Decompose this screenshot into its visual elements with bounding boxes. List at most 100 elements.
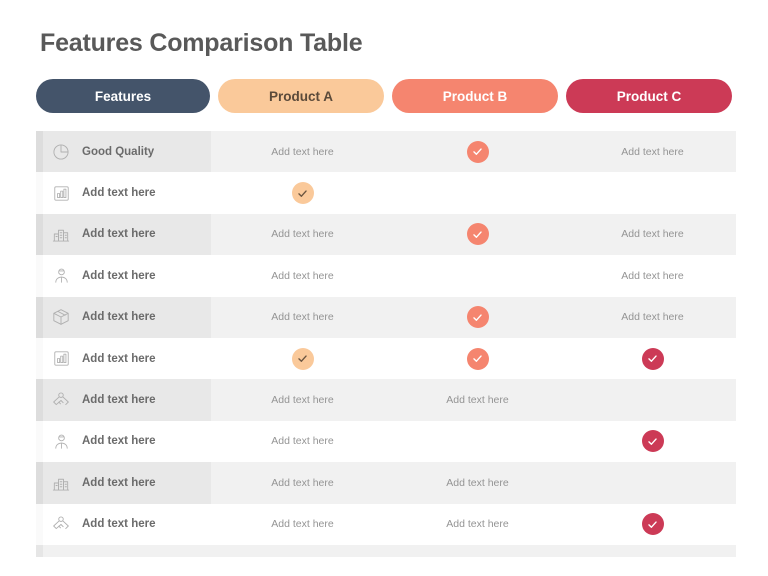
check-icon	[641, 430, 664, 453]
cell-text: Add text here	[621, 269, 684, 282]
cell-text: Add text here	[271, 269, 334, 282]
header-pill-product-b[interactable]: Product B	[391, 79, 558, 113]
cell-product-c[interactable]	[569, 172, 736, 213]
feature-label: Add text here	[82, 476, 156, 489]
cell-product-c[interactable]	[569, 504, 736, 545]
table-header-row: Features Product A Product B Product C	[36, 79, 733, 113]
page-title: Features Comparison Table	[40, 29, 363, 57]
table-row[interactable]: Add text here Add text here Add text here	[36, 462, 736, 504]
person-icon	[44, 428, 78, 454]
cell-text: Add text here	[621, 228, 684, 241]
table-row[interactable]: Add text here Add text here Add text here	[36, 379, 736, 421]
cell-product-a[interactable]: Add text here	[219, 297, 386, 338]
table-row[interactable]: Add text here Add text here Add text here	[36, 296, 736, 338]
header-pill-product-a[interactable]: Product A	[217, 79, 384, 113]
feature-cell[interactable]: Add text here	[36, 297, 211, 338]
cell-product-b[interactable]: Add text here	[394, 504, 561, 545]
cell-text: Add text here	[446, 518, 509, 531]
feature-label: Add text here	[82, 518, 156, 531]
cell-product-b[interactable]	[394, 131, 561, 172]
feature-label: Good Quality	[82, 145, 155, 158]
person-icon	[44, 263, 78, 289]
cell-text: Add text here	[271, 228, 334, 241]
cell-product-b[interactable]	[394, 297, 561, 338]
check-icon	[291, 347, 314, 370]
comparison-table-body: Good Quality Add text here Add text here Ad…	[36, 131, 736, 556]
cell-text: Add text here	[446, 394, 509, 407]
feature-label: Add text here	[82, 311, 156, 324]
cell-product-a[interactable]: Add text here	[219, 462, 386, 503]
feature-label: Add text here	[82, 352, 156, 365]
table-row[interactable]: Add text here	[36, 172, 736, 214]
feature-label: Add text here	[82, 394, 156, 407]
header-pill-product-c[interactable]: Product C	[566, 79, 733, 113]
check-icon	[641, 513, 664, 536]
bar-chart-icon	[44, 346, 78, 372]
feature-cell[interactable]: Add text here	[36, 255, 211, 296]
cell-product-b[interactable]: Add text here	[394, 462, 561, 503]
cell-product-c[interactable]: Add text here	[569, 255, 736, 296]
cell-product-a[interactable]	[219, 172, 386, 213]
cell-text: Add text here	[271, 394, 334, 407]
cell-product-c[interactable]	[569, 338, 736, 379]
feature-cell[interactable]: Add text here	[36, 172, 211, 213]
check-icon	[466, 347, 489, 370]
cell-product-b[interactable]	[394, 421, 561, 462]
feature-cell[interactable]: Add text here	[36, 462, 211, 503]
cell-text: Add text here	[446, 476, 509, 489]
cell-text: Add text here	[621, 145, 684, 158]
cell-product-b[interactable]	[394, 338, 561, 379]
check-icon	[641, 347, 664, 370]
cell-text: Add text here	[271, 311, 334, 324]
feature-label: Add text here	[82, 187, 156, 200]
check-icon	[466, 223, 489, 246]
header-pill-features[interactable]: Features	[36, 79, 210, 113]
table-row[interactable]: Add text here Add text here Add text here	[36, 213, 736, 256]
check-icon	[466, 306, 489, 329]
cell-text: Add text here	[621, 311, 684, 324]
feature-cell[interactable]: Add text here	[36, 214, 211, 255]
feature-label: Add text here	[82, 269, 156, 282]
cell-text: Add text here	[271, 476, 334, 489]
table-row[interactable]: Add text here Add text here	[36, 420, 736, 463]
feature-cell[interactable]: Add text here	[36, 504, 211, 545]
handshake-icon	[44, 387, 78, 413]
cell-product-b[interactable]	[394, 172, 561, 213]
cell-product-a[interactable]: Add text here	[219, 421, 386, 462]
cell-product-c[interactable]: Add text here	[569, 131, 736, 172]
feature-cell[interactable]: Good Quality	[36, 131, 211, 172]
cell-product-a[interactable]: Add text here	[219, 255, 386, 296]
cell-product-a[interactable]	[219, 338, 386, 379]
table-bottom-strip	[36, 545, 736, 557]
handshake-icon	[44, 511, 78, 537]
cell-product-a[interactable]: Add text here	[219, 214, 386, 255]
cell-product-c[interactable]: Add text here	[569, 297, 736, 338]
feature-cell[interactable]: Add text here	[36, 421, 211, 462]
table-row[interactable]: Add text here Add text here Add text here	[36, 503, 736, 545]
cell-text: Add text here	[271, 435, 334, 448]
slide-canvas: Features Comparison Table Features Produc…	[0, 0, 768, 576]
cell-product-a[interactable]: Add text here	[219, 504, 386, 545]
cell-product-c[interactable]	[569, 379, 736, 420]
feature-cell[interactable]: Add text here	[36, 338, 211, 379]
table-row[interactable]: Add text here Add text here Add text here	[36, 255, 736, 297]
buildings-icon	[44, 470, 78, 496]
cell-product-a[interactable]: Add text here	[219, 379, 386, 420]
cell-text: Add text here	[271, 145, 334, 158]
feature-label: Add text here	[82, 228, 156, 241]
feature-label: Add text here	[82, 435, 156, 448]
cell-product-b[interactable]	[394, 214, 561, 255]
buildings-icon	[44, 221, 78, 247]
row-accent-strip	[36, 545, 43, 557]
cell-product-c[interactable]	[569, 462, 736, 503]
feature-cell[interactable]: Add text here	[36, 379, 211, 420]
cell-product-b[interactable]: Add text here	[394, 379, 561, 420]
cell-product-b[interactable]	[394, 255, 561, 296]
cell-product-c[interactable]	[569, 421, 736, 462]
cell-product-a[interactable]: Add text here	[219, 131, 386, 172]
table-row[interactable]: Good Quality Add text here Add text here	[36, 131, 736, 173]
bar-chart-icon	[44, 180, 78, 206]
cell-product-c[interactable]: Add text here	[569, 214, 736, 255]
cell-text: Add text here	[271, 518, 334, 531]
table-row[interactable]: Add text here	[36, 337, 736, 380]
